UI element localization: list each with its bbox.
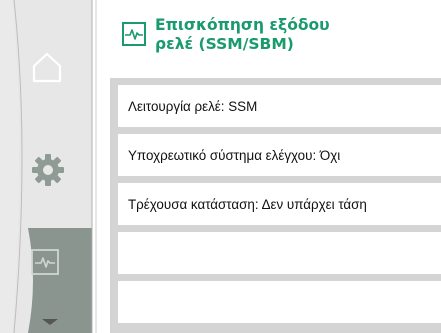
nav-diagnostics-button[interactable] xyxy=(30,248,90,300)
scroll-down-button[interactable] xyxy=(40,318,76,332)
list-item-relay-function[interactable]: Λειτουργία ρελέ: SSM xyxy=(118,85,441,127)
list-item-label: Λειτουργία ρελέ: SSM xyxy=(128,98,258,114)
list-item-forced-control[interactable]: Υποχρεωτικό σύστημα ελέγχου: Όχι xyxy=(118,134,441,176)
nav-settings-button[interactable] xyxy=(30,152,90,204)
screen-header: Επισκόπηση εξόδου ρελέ (SSM/SBM) xyxy=(118,10,418,60)
chevron-down-icon xyxy=(42,319,58,325)
heartbeat-icon xyxy=(122,22,146,46)
list-item-empty xyxy=(118,281,441,323)
list-item-current-state[interactable]: Τρέχουσα κατάσταση: Δεν υπάρχει τάση xyxy=(118,183,441,225)
home-icon xyxy=(32,52,62,83)
navigation-rail xyxy=(0,0,100,333)
page-title: Επισκόπηση εξόδου ρελέ (SSM/SBM) xyxy=(155,16,330,53)
relay-output-overview-screen: Επισκόπηση εξόδου ρελέ (SSM/SBM) Λειτουρ… xyxy=(0,0,441,333)
list-item-label: Υποχρεωτικό σύστημα ελέγχου: Όχι xyxy=(128,147,341,163)
gear-icon xyxy=(32,154,64,186)
heartbeat-icon xyxy=(31,249,59,275)
settings-list: Λειτουργία ρελέ: SSM Υποχρεωτικό σύστημα… xyxy=(110,78,441,333)
nav-home-button[interactable] xyxy=(30,50,90,102)
list-item-label: Τρέχουσα κατάσταση: Δεν υπάρχει τάση xyxy=(128,196,367,212)
list-item-empty xyxy=(118,232,441,274)
